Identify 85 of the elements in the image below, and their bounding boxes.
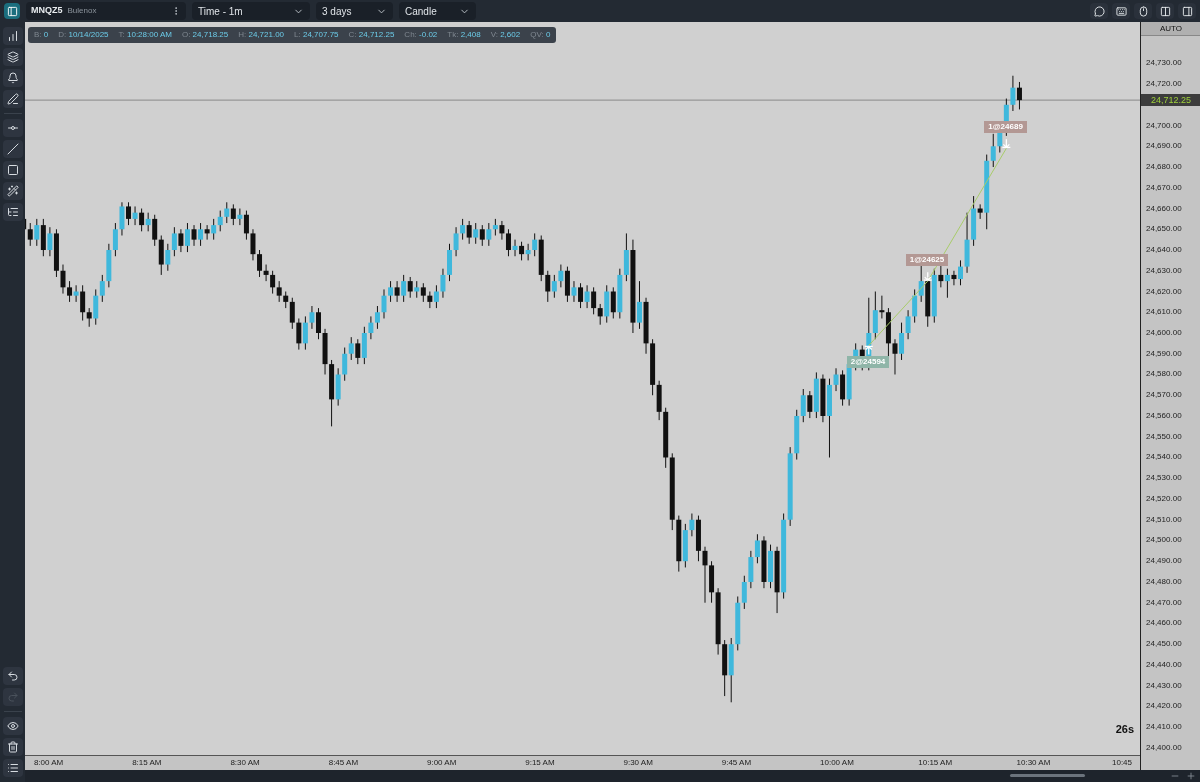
time-label: 8:45 AM bbox=[328, 758, 359, 768]
time-label: 10:30 AM bbox=[1016, 758, 1051, 768]
eye-icon[interactable] bbox=[2, 717, 23, 735]
list-icon[interactable] bbox=[2, 759, 23, 777]
price-label: 24,550.00 bbox=[1146, 431, 1182, 442]
trade-label: 2@24594 bbox=[846, 356, 890, 369]
info-field: D: 10/14/2025 bbox=[58, 29, 109, 41]
time-label: 9:00 AM bbox=[426, 758, 457, 768]
price-label: 24,730.00 bbox=[1146, 58, 1182, 69]
time-label: 10:45 bbox=[1112, 758, 1133, 768]
mouse-icon[interactable] bbox=[1134, 3, 1152, 19]
dropdown[interactable]: Candle bbox=[399, 2, 476, 20]
trade-label: 1@24625 bbox=[905, 254, 949, 267]
price-label: 24,500.00 bbox=[1146, 535, 1182, 546]
price-label: 24,560.00 bbox=[1146, 411, 1182, 421]
panel-right-icon[interactable] bbox=[1178, 3, 1196, 19]
price-label: 24,590.00 bbox=[1146, 348, 1182, 359]
price-label: 24,480.00 bbox=[1146, 576, 1182, 587]
dropdown[interactable]: 3 days bbox=[316, 2, 393, 20]
price-label: 24,470.00 bbox=[1146, 597, 1182, 608]
text-list-icon[interactable] bbox=[2, 203, 23, 221]
wand-icon[interactable] bbox=[2, 182, 23, 200]
info-field: Tk: 2,408 bbox=[447, 29, 481, 41]
price-label: 24,630.00 bbox=[1146, 265, 1182, 276]
info-field: QV: 0 bbox=[530, 29, 551, 41]
time-label: 9:30 AM bbox=[623, 758, 653, 768]
dropdown[interactable]: Time - 1m bbox=[192, 2, 310, 20]
price-label: 24,420.00 bbox=[1146, 701, 1182, 712]
price-label: 24,510.00 bbox=[1146, 514, 1182, 525]
price-label: 24,520.00 bbox=[1146, 493, 1182, 504]
price-label: 24,580.00 bbox=[1146, 369, 1182, 380]
bell-icon[interactable] bbox=[2, 69, 23, 87]
price-label: 24,430.00 bbox=[1146, 680, 1182, 691]
arrow-down-icon bbox=[923, 271, 933, 282]
price-label: 24,660.00 bbox=[1146, 203, 1182, 214]
keyboard-icon[interactable] bbox=[1112, 3, 1130, 19]
info-field: H: 24,721.00 bbox=[238, 29, 285, 41]
layers-icon[interactable] bbox=[2, 48, 23, 66]
time-label: 8:15 AM bbox=[132, 758, 162, 768]
symbol-text: MNQZ5 bbox=[31, 4, 63, 18]
price-label: 24,540.00 bbox=[1146, 452, 1182, 463]
price-label: 24,610.00 bbox=[1146, 307, 1182, 318]
trash-icon[interactable] bbox=[2, 738, 23, 756]
price-label: 24,460.00 bbox=[1146, 618, 1182, 629]
layout-icon[interactable] bbox=[1156, 3, 1174, 19]
rectangle-icon[interactable] bbox=[2, 161, 23, 179]
price-label: 24,620.00 bbox=[1146, 286, 1182, 297]
auto-scale-button[interactable]: AUTO bbox=[1141, 22, 1200, 36]
last-price-tag: 24,712.25 bbox=[1141, 94, 1200, 107]
price-label: 24,680.00 bbox=[1146, 162, 1182, 172]
price-label: 24,700.00 bbox=[1146, 120, 1182, 131]
trade-label: 1@24689 bbox=[984, 121, 1027, 134]
sidebar-toggle[interactable] bbox=[4, 3, 20, 19]
time-label: 9:15 AM bbox=[525, 758, 555, 768]
pencil-icon[interactable] bbox=[2, 90, 23, 108]
info-field: B: 0 bbox=[34, 29, 49, 41]
price-label: 24,530.00 bbox=[1146, 473, 1182, 484]
indicators-icon[interactable] bbox=[2, 27, 23, 45]
arrow-down-icon bbox=[1001, 138, 1011, 149]
time-label: 8:30 AM bbox=[230, 758, 260, 768]
price-label: 24,650.00 bbox=[1146, 224, 1182, 235]
price-label: 24,670.00 bbox=[1146, 182, 1182, 193]
info-field: V: 2,602 bbox=[490, 29, 521, 41]
scrollbar-thumb[interactable] bbox=[1010, 774, 1085, 777]
price-label: 24,570.00 bbox=[1146, 390, 1182, 401]
chat-icon[interactable] bbox=[1090, 3, 1108, 19]
zoom-in-icon[interactable] bbox=[1186, 771, 1196, 781]
time-label: 10:00 AM bbox=[820, 758, 854, 768]
price-label: 24,440.00 bbox=[1146, 659, 1182, 670]
price-label: 24,490.00 bbox=[1146, 556, 1182, 567]
arrow-up-icon bbox=[864, 345, 874, 356]
time-label: 10:15 AM bbox=[918, 758, 953, 768]
undo-icon[interactable] bbox=[2, 667, 23, 685]
account-text: Bulenox bbox=[67, 5, 97, 17]
price-label: 24,720.00 bbox=[1146, 79, 1182, 90]
symbol-field[interactable]: MNQZ5 Bulenox bbox=[26, 2, 186, 20]
candle-timer: 26s bbox=[1115, 721, 1134, 737]
time-label: 8:00 AM bbox=[33, 758, 64, 768]
price-label: 24,400.00 bbox=[1146, 742, 1182, 753]
time-label: 9:45 AM bbox=[721, 758, 752, 768]
price-label: 24,600.00 bbox=[1146, 328, 1182, 338]
price-label: 24,640.00 bbox=[1146, 245, 1182, 255]
price-label: 24,690.00 bbox=[1146, 141, 1182, 152]
price-label: 24,450.00 bbox=[1146, 639, 1182, 650]
price-label: 24,410.00 bbox=[1146, 722, 1182, 733]
